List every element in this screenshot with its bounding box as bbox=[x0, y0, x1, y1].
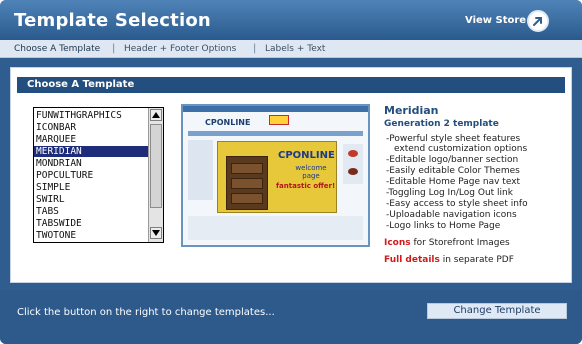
scroll-down-button[interactable] bbox=[150, 227, 162, 239]
full-details-link[interactable]: Full details bbox=[384, 255, 440, 265]
list-item[interactable]: SIMPLE bbox=[34, 182, 148, 193]
tab-separator: | bbox=[253, 43, 257, 54]
tab-bar: Choose A Template | Header + Footer Opti… bbox=[0, 40, 582, 58]
list-item[interactable]: FUNWITHGRAPHICS bbox=[34, 110, 148, 121]
scroll-thumb[interactable] bbox=[150, 124, 162, 208]
template-name: Meridian bbox=[384, 104, 439, 117]
feature-line: -Easily editable Color Themes bbox=[386, 166, 520, 176]
template-preview-image: CPONLINE CPONLINE welcome page fantastic… bbox=[181, 104, 370, 247]
footer-instruction: Click the button on the right to change … bbox=[17, 307, 275, 318]
tab-separator: | bbox=[112, 43, 116, 54]
list-item[interactable]: POPCULTURE bbox=[34, 170, 148, 181]
preview-sidebar bbox=[188, 140, 213, 200]
template-listbox[interactable]: FUNWITHGRAPHICS ICONBAR MARQUEE MERIDIAN… bbox=[33, 107, 164, 243]
page-title: Template Selection bbox=[14, 10, 211, 31]
list-item[interactable]: TABS bbox=[34, 206, 148, 217]
full-details-note: Full details in separate PDF bbox=[384, 255, 514, 265]
feature-line: -Logo links to Home Page bbox=[386, 221, 501, 231]
preview-footer bbox=[188, 216, 363, 240]
list-item[interactable]: TABSWIDE bbox=[34, 218, 148, 229]
drawer-shape bbox=[231, 193, 263, 204]
feature-line: extend customization options bbox=[394, 144, 528, 154]
tab-choose-template[interactable]: Choose A Template bbox=[14, 44, 100, 54]
preview-badge bbox=[269, 115, 289, 125]
icons-note-text: for Storefront Images bbox=[410, 238, 510, 248]
footer-bar: Click the button on the right to change … bbox=[0, 290, 582, 344]
preview-right-column bbox=[343, 144, 363, 184]
feature-line: -Easy access to style sheet info bbox=[386, 199, 528, 209]
feature-line: -Editable logo/banner section bbox=[386, 155, 519, 165]
full-details-note-text: in separate PDF bbox=[439, 255, 514, 265]
scroll-up-arrow-icon bbox=[152, 112, 160, 118]
tab-labels-text[interactable]: Labels + Text bbox=[265, 44, 325, 54]
preview-nav bbox=[188, 131, 363, 136]
list-item[interactable]: MONDRIAN bbox=[34, 158, 148, 169]
drawer-shape bbox=[231, 163, 263, 174]
section-header: Choose A Template bbox=[17, 77, 565, 93]
feature-line: -Toggling Log In/Log Out link bbox=[386, 188, 513, 198]
preview-hero-subtitle: welcome page bbox=[295, 164, 327, 180]
icons-link[interactable]: Icons bbox=[384, 238, 411, 248]
list-item[interactable]: ICONBAR bbox=[34, 122, 148, 133]
preview-product-icon bbox=[348, 150, 358, 157]
list-item[interactable]: TWOTONE bbox=[34, 230, 148, 241]
preview-hero-title: CPONLINE bbox=[278, 150, 335, 161]
section-title: Choose A Template bbox=[27, 79, 135, 90]
list-item[interactable]: SWIRL bbox=[34, 194, 148, 205]
tab-header-footer-options[interactable]: Header + Footer Options bbox=[124, 44, 236, 54]
preview-logo: CPONLINE bbox=[205, 118, 251, 127]
cabinet-illustration-icon bbox=[226, 156, 268, 210]
feature-line: -Uploadable navigation icons bbox=[386, 210, 517, 220]
listbox-scrollbar[interactable] bbox=[148, 108, 163, 242]
template-selection-window: Template Selection View Store Choose A T… bbox=[0, 0, 582, 344]
arrow-circle-icon[interactable] bbox=[527, 10, 549, 32]
scroll-up-button[interactable] bbox=[150, 109, 162, 121]
preview-hero-banner: CPONLINE welcome page fantastic offer! bbox=[217, 141, 337, 213]
view-store-link[interactable]: View Store bbox=[465, 15, 526, 26]
header-bar: Template Selection View Store bbox=[0, 0, 582, 40]
icons-note: Icons for Storefront Images bbox=[384, 238, 510, 248]
list-item-selected[interactable]: MERIDIAN bbox=[34, 146, 148, 157]
scroll-down-arrow-icon bbox=[152, 230, 160, 236]
feature-line: -Editable Home Page nav text bbox=[386, 177, 521, 187]
change-template-button[interactable]: Change Template bbox=[427, 303, 567, 319]
list-item[interactable]: MARQUEE bbox=[34, 134, 148, 145]
template-generation: Generation 2 template bbox=[384, 119, 499, 129]
preview-hero-callout: fantastic offer! bbox=[276, 182, 336, 190]
preview-product-icon bbox=[348, 168, 358, 175]
preview-top-bar bbox=[183, 106, 368, 112]
drawer-shape bbox=[231, 178, 263, 189]
feature-line: -Powerful style sheet features bbox=[386, 134, 521, 144]
